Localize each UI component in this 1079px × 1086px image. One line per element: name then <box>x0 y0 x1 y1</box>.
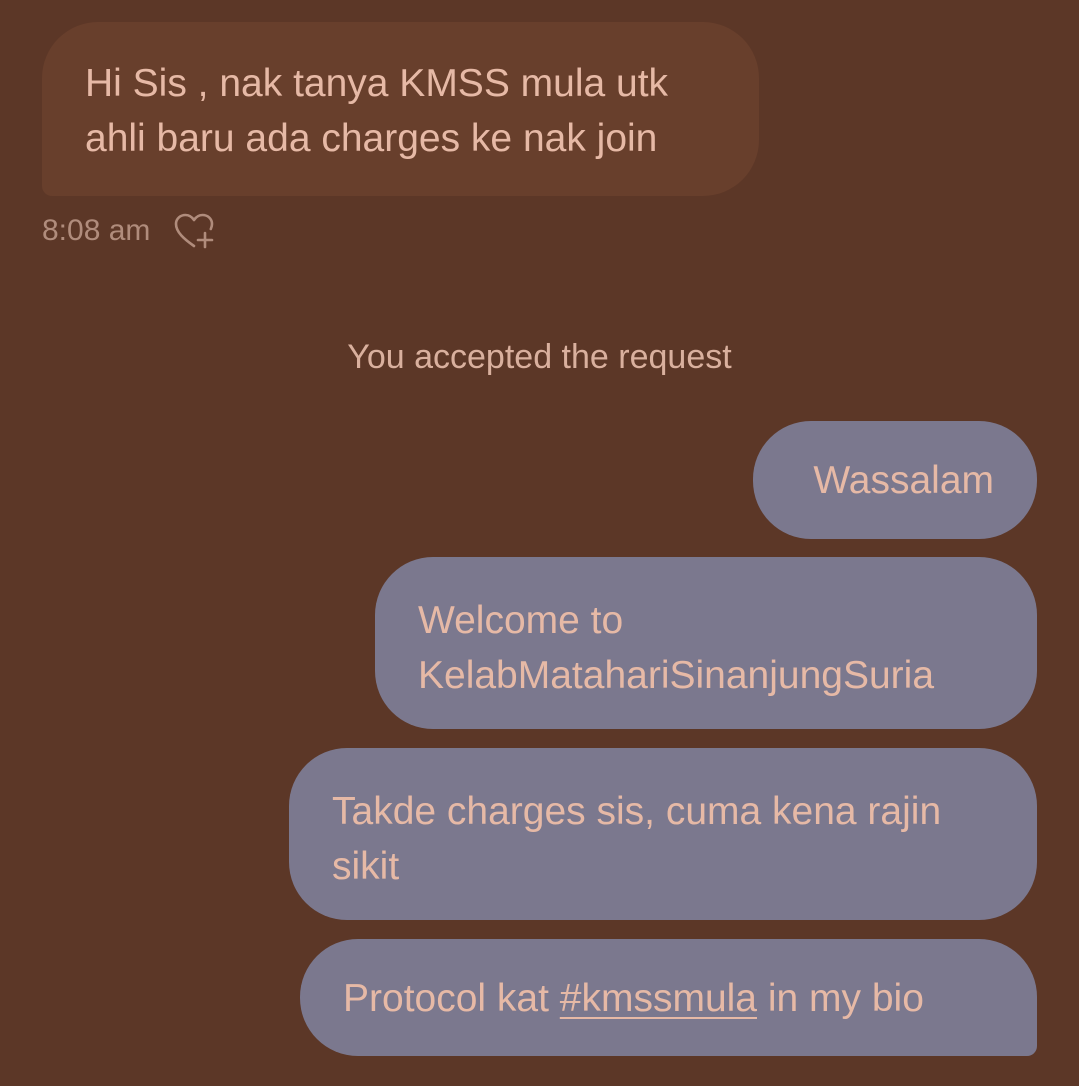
message-text: Takde charges sis, cuma kena rajin <box>332 790 942 833</box>
incoming-message-bubble[interactable]: Hi Sis , nak tanya KMSS mula utk ahli ba… <box>42 22 759 196</box>
message-text: KelabMatahariSinanjungSuria <box>418 654 935 697</box>
message-text: Protocol kat <box>343 977 560 1020</box>
message-text: Wassalam <box>813 459 994 502</box>
heart-plus-icon[interactable] <box>172 211 216 251</box>
outgoing-message-bubble[interactable]: Welcome to KelabMatahariSinanjungSuria <box>375 557 1037 729</box>
message-text: ahli baru ada charges ke nak join <box>85 117 658 160</box>
message-timestamp: 8:08 am <box>42 214 151 247</box>
outgoing-message-bubble[interactable]: Protocol kat #kmssmula in my bio <box>300 939 1037 1056</box>
message-text: Hi Sis , nak tanya KMSS mula utk <box>85 62 669 105</box>
message-text: in my bio <box>757 977 924 1020</box>
outgoing-message-bubble[interactable]: Wassalam <box>753 421 1037 539</box>
hashtag-link[interactable]: #kmssmula <box>560 977 757 1020</box>
message-meta: 8:08 am <box>42 207 216 255</box>
message-text: sikit <box>332 845 400 888</box>
outgoing-message-bubble[interactable]: Takde charges sis, cuma kena rajin sikit <box>289 748 1037 920</box>
message-text: Welcome to <box>418 599 624 642</box>
system-notice: You accepted the request <box>347 338 732 376</box>
dm-conversation: { "incoming_message": { "lines": ["Hi Si… <box>0 0 1079 1086</box>
